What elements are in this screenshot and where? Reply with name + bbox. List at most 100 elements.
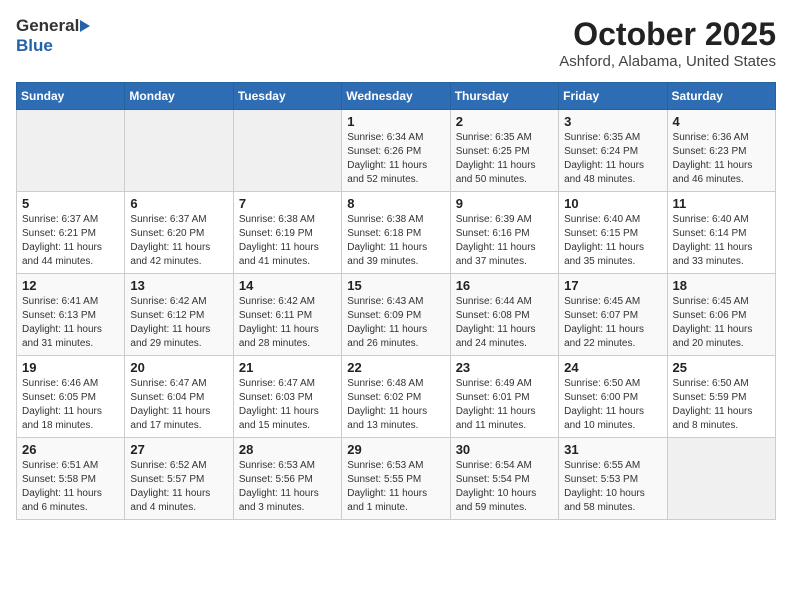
day-number: 18 (673, 278, 770, 293)
day-number: 11 (673, 196, 770, 211)
calendar-cell: 16 Sunrise: 6:44 AM Sunset: 6:08 PM Dayli… (450, 274, 558, 356)
calendar-cell: 12Sunrise: 6:41 AM Sunset: 6:13 PM Dayli… (17, 274, 125, 356)
calendar-cell (125, 110, 233, 192)
day-info: Sunrise: 6:43 AM Sunset: 6:09 PM Dayligh… (347, 296, 427, 349)
calendar-cell: 17Sunrise: 6:45 AM Sunset: 6:07 PM Dayli… (559, 274, 667, 356)
calendar-cell: 18 Sunrise: 6:45 AM Sunset: 6:06 PM Dayli… (667, 274, 775, 356)
day-number: 16 (456, 278, 553, 293)
calendar-cell: 25 Sunrise: 6:50 AM Sunset: 5:59 PM Dayli… (667, 356, 775, 438)
day-number: 12 (22, 278, 119, 293)
day-number: 23 (456, 360, 553, 375)
calendar-body: 1Sunrise: 6:34 AM Sunset: 6:26 PM Daylig… (17, 110, 776, 520)
day-info: Sunrise: 6:42 AM Sunset: 6:11 PM Dayligh… (239, 296, 319, 349)
day-number: 4 (673, 114, 770, 129)
logo-general: General (16, 16, 79, 36)
week-row-4: 19 Sunrise: 6:46 AM Sunset: 6:05 PM Dayli… (17, 356, 776, 438)
day-info: Sunrise: 6:37 AM Sunset: 6:21 PM Dayligh… (22, 214, 102, 267)
weekday-header-wednesday: Wednesday (342, 83, 450, 110)
day-info: Sunrise: 6:48 AM Sunset: 6:02 PM Dayligh… (347, 378, 427, 431)
day-number: 5 (22, 196, 119, 211)
day-number: 25 (673, 360, 770, 375)
day-info: Sunrise: 6:38 AM Sunset: 6:19 PM Dayligh… (239, 214, 319, 267)
day-number: 13 (130, 278, 227, 293)
day-info: Sunrise: 6:40 AM Sunset: 6:15 PM Dayligh… (564, 214, 644, 267)
calendar-cell: 31 Sunrise: 6:55 AM Sunset: 5:53 PM Dayli… (559, 438, 667, 520)
day-info: Sunrise: 6:39 AM Sunset: 6:16 PM Dayligh… (456, 214, 536, 267)
day-number: 28 (239, 442, 336, 457)
calendar-cell: 23 Sunrise: 6:49 AM Sunset: 6:01 PM Dayli… (450, 356, 558, 438)
day-info: Sunrise: 6:50 AM Sunset: 5:59 PM Dayligh… (673, 378, 753, 431)
day-info: Sunrise: 6:55 AM Sunset: 5:53 PM Dayligh… (564, 460, 645, 513)
weekday-header-thursday: Thursday (450, 83, 558, 110)
calendar-cell: 11Sunrise: 6:40 AM Sunset: 6:14 PM Dayli… (667, 192, 775, 274)
calendar-cell: 20 Sunrise: 6:47 AM Sunset: 6:04 PM Dayli… (125, 356, 233, 438)
calendar-cell: 19 Sunrise: 6:46 AM Sunset: 6:05 PM Dayli… (17, 356, 125, 438)
week-row-3: 12Sunrise: 6:41 AM Sunset: 6:13 PM Dayli… (17, 274, 776, 356)
calendar-cell: 28 Sunrise: 6:53 AM Sunset: 5:56 PM Dayli… (233, 438, 341, 520)
logo: General Blue (16, 16, 90, 56)
calendar-cell: 2 Sunrise: 6:35 AM Sunset: 6:25 PM Daylig… (450, 110, 558, 192)
calendar-cell: 22 Sunrise: 6:48 AM Sunset: 6:02 PM Dayli… (342, 356, 450, 438)
day-info: Sunrise: 6:54 AM Sunset: 5:54 PM Dayligh… (456, 460, 537, 513)
day-info: Sunrise: 6:37 AM Sunset: 6:20 PM Dayligh… (130, 214, 210, 267)
day-info: Sunrise: 6:53 AM Sunset: 5:55 PM Dayligh… (347, 460, 427, 513)
day-number: 17 (564, 278, 661, 293)
day-info: Sunrise: 6:52 AM Sunset: 5:57 PM Dayligh… (130, 460, 210, 513)
week-row-2: 5 Sunrise: 6:37 AM Sunset: 6:21 PM Daylig… (17, 192, 776, 274)
weekday-header-monday: Monday (125, 83, 233, 110)
calendar-header: SundayMondayTuesdayWednesdayThursdayFrid… (17, 83, 776, 110)
day-info: Sunrise: 6:45 AM Sunset: 6:06 PM Dayligh… (673, 296, 753, 349)
day-info: Sunrise: 6:35 AM Sunset: 6:25 PM Dayligh… (456, 132, 536, 185)
day-number: 14 (239, 278, 336, 293)
day-number: 26 (22, 442, 119, 457)
calendar-cell: 10Sunrise: 6:40 AM Sunset: 6:15 PM Dayli… (559, 192, 667, 274)
day-info: Sunrise: 6:47 AM Sunset: 6:04 PM Dayligh… (130, 378, 210, 431)
day-number: 29 (347, 442, 444, 457)
calendar-cell: 9Sunrise: 6:39 AM Sunset: 6:16 PM Daylig… (450, 192, 558, 274)
week-row-1: 1Sunrise: 6:34 AM Sunset: 6:26 PM Daylig… (17, 110, 776, 192)
logo-blue: Blue (16, 36, 53, 56)
day-number: 6 (130, 196, 227, 211)
location: Ashford, Alabama, United States (559, 53, 776, 70)
day-info: Sunrise: 6:46 AM Sunset: 6:05 PM Dayligh… (22, 378, 102, 431)
day-info: Sunrise: 6:34 AM Sunset: 6:26 PM Dayligh… (347, 132, 427, 185)
day-number: 19 (22, 360, 119, 375)
day-number: 31 (564, 442, 661, 457)
day-number: 21 (239, 360, 336, 375)
calendar-cell: 24Sunrise: 6:50 AM Sunset: 6:00 PM Dayli… (559, 356, 667, 438)
page-header: General Blue October 2025 Ashford, Alaba… (16, 16, 776, 70)
day-info: Sunrise: 6:42 AM Sunset: 6:12 PM Dayligh… (130, 296, 210, 349)
day-number: 20 (130, 360, 227, 375)
weekday-row: SundayMondayTuesdayWednesdayThursdayFrid… (17, 83, 776, 110)
day-info: Sunrise: 6:44 AM Sunset: 6:08 PM Dayligh… (456, 296, 536, 349)
calendar-cell: 29 Sunrise: 6:53 AM Sunset: 5:55 PM Dayli… (342, 438, 450, 520)
calendar-cell: 21Sunrise: 6:47 AM Sunset: 6:03 PM Dayli… (233, 356, 341, 438)
day-number: 22 (347, 360, 444, 375)
week-row-5: 26 Sunrise: 6:51 AM Sunset: 5:58 PM Dayli… (17, 438, 776, 520)
day-info: Sunrise: 6:49 AM Sunset: 6:01 PM Dayligh… (456, 378, 536, 431)
weekday-header-sunday: Sunday (17, 83, 125, 110)
calendar-table: SundayMondayTuesdayWednesdayThursdayFrid… (16, 82, 776, 520)
day-number: 2 (456, 114, 553, 129)
day-info: Sunrise: 6:36 AM Sunset: 6:23 PM Dayligh… (673, 132, 753, 185)
calendar-cell (233, 110, 341, 192)
calendar-cell: 7Sunrise: 6:38 AM Sunset: 6:19 PM Daylig… (233, 192, 341, 274)
day-info: Sunrise: 6:53 AM Sunset: 5:56 PM Dayligh… (239, 460, 319, 513)
calendar-cell: 4 Sunrise: 6:36 AM Sunset: 6:23 PM Daylig… (667, 110, 775, 192)
day-info: Sunrise: 6:35 AM Sunset: 6:24 PM Dayligh… (564, 132, 644, 185)
calendar-cell: 5 Sunrise: 6:37 AM Sunset: 6:21 PM Daylig… (17, 192, 125, 274)
day-info: Sunrise: 6:50 AM Sunset: 6:00 PM Dayligh… (564, 378, 644, 431)
day-info: Sunrise: 6:51 AM Sunset: 5:58 PM Dayligh… (22, 460, 102, 513)
calendar-cell: 8Sunrise: 6:38 AM Sunset: 6:18 PM Daylig… (342, 192, 450, 274)
weekday-header-tuesday: Tuesday (233, 83, 341, 110)
day-number: 3 (564, 114, 661, 129)
calendar-cell: 6 Sunrise: 6:37 AM Sunset: 6:20 PM Daylig… (125, 192, 233, 274)
day-number: 8 (347, 196, 444, 211)
calendar-cell: 14 Sunrise: 6:42 AM Sunset: 6:11 PM Dayli… (233, 274, 341, 356)
calendar-cell: 13 Sunrise: 6:42 AM Sunset: 6:12 PM Dayli… (125, 274, 233, 356)
day-number: 30 (456, 442, 553, 457)
calendar-cell: 30 Sunrise: 6:54 AM Sunset: 5:54 PM Dayli… (450, 438, 558, 520)
calendar-cell: 1Sunrise: 6:34 AM Sunset: 6:26 PM Daylig… (342, 110, 450, 192)
day-number: 15 (347, 278, 444, 293)
calendar-cell (17, 110, 125, 192)
